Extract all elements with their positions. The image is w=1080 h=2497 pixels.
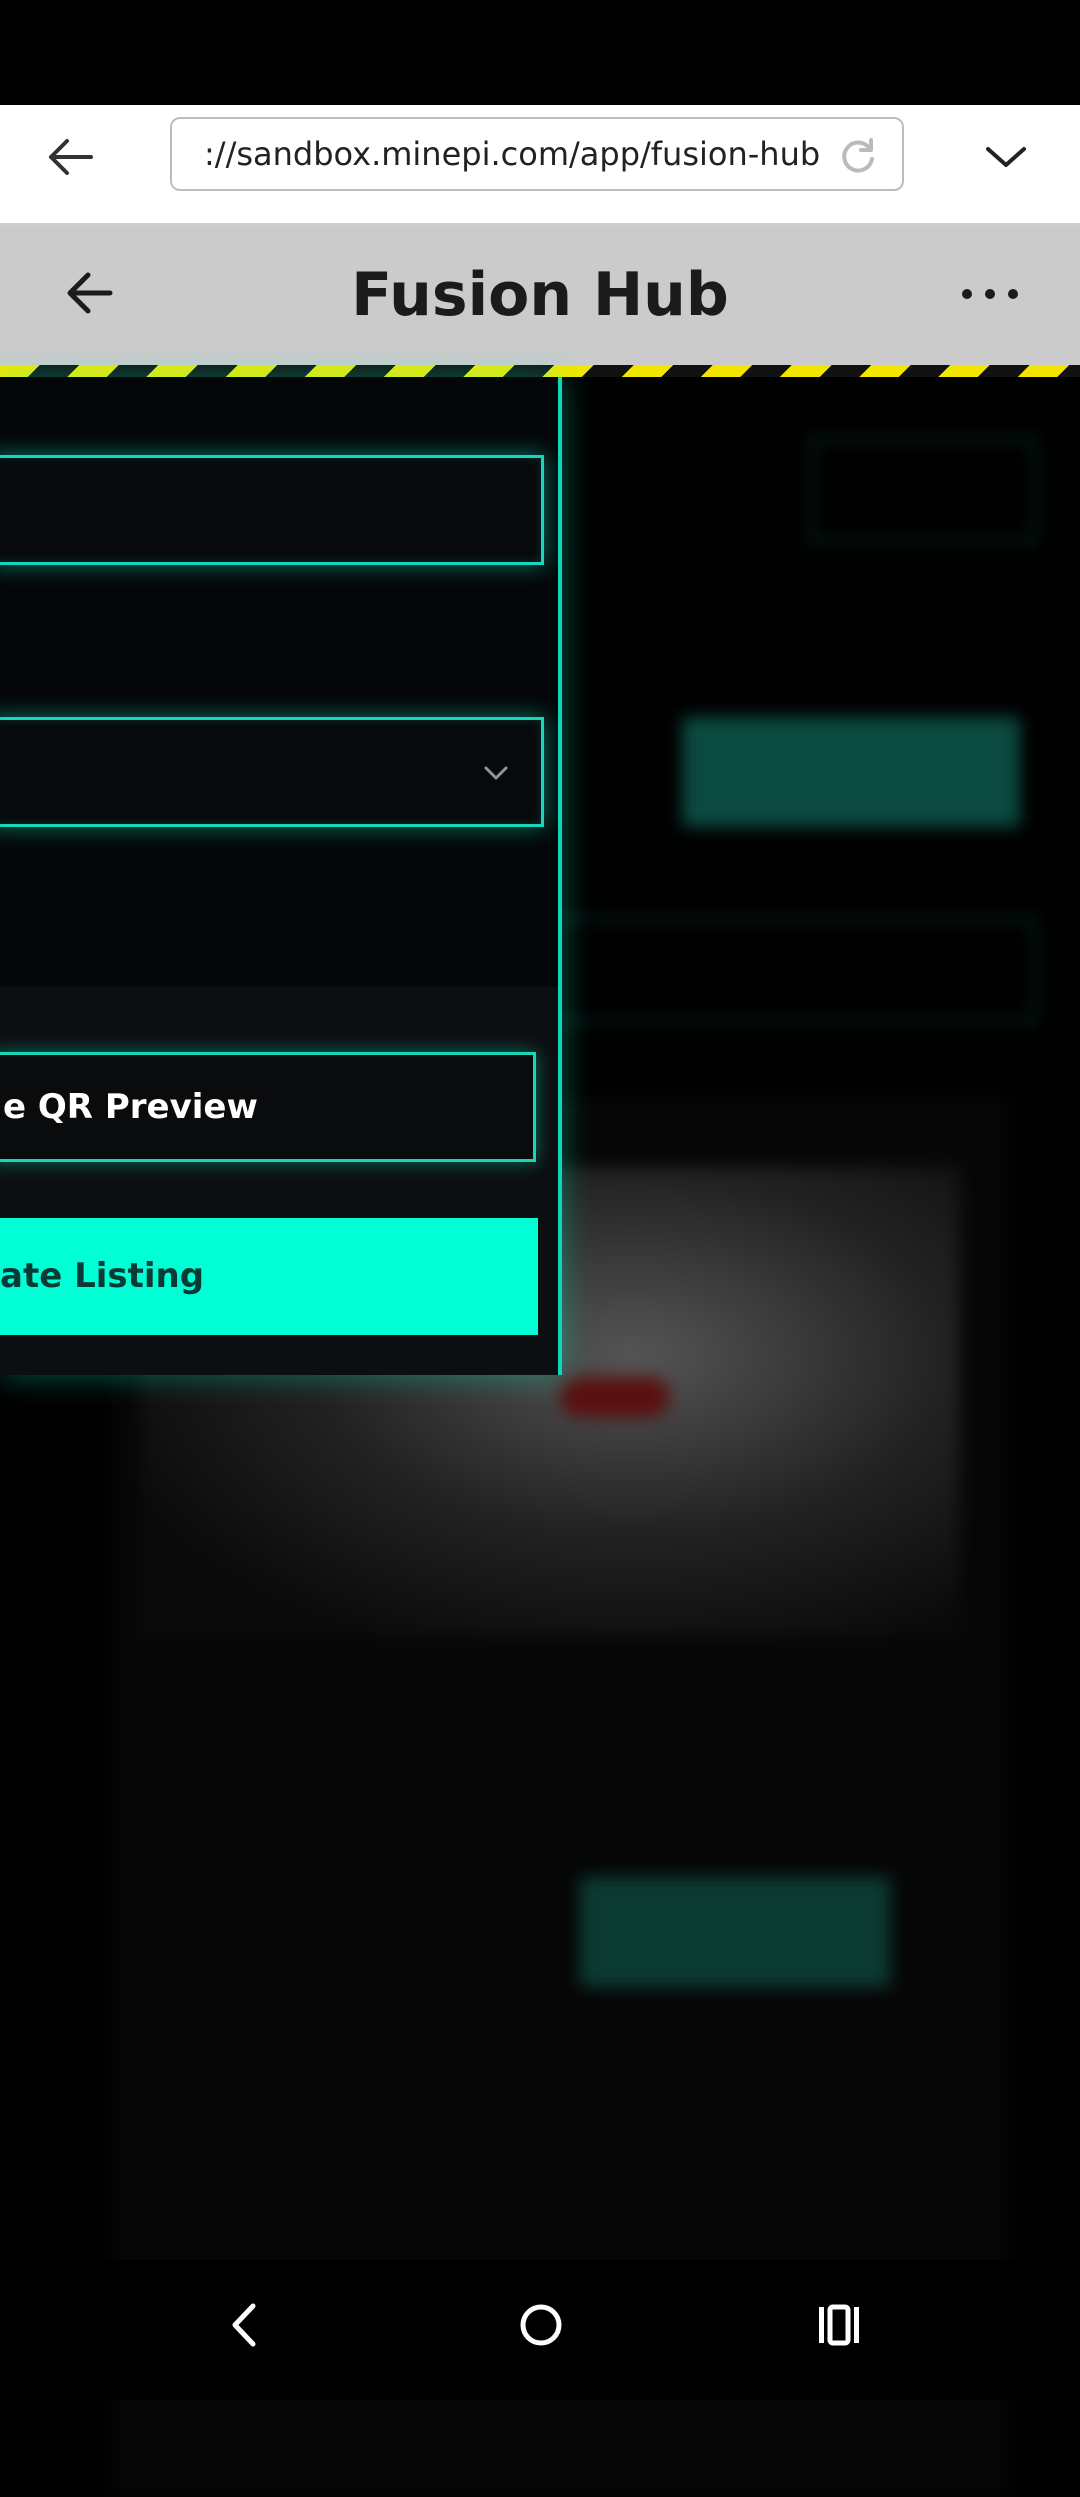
nav-home-button[interactable] (506, 2290, 576, 2360)
listing-image-detail (560, 1377, 670, 1417)
qr-preview-button[interactable]: e QR Preview (0, 1052, 536, 1162)
status-bar (0, 0, 1080, 105)
system-nav-bar (0, 2260, 1080, 2400)
create-listing-panel: e QR Preview ate Listing (0, 377, 562, 1375)
app-header: Fusion Hub (0, 225, 1080, 365)
more-options-button[interactable] (962, 279, 1018, 309)
text-input-field[interactable] (0, 455, 544, 565)
chevron-down-icon (484, 766, 508, 780)
more-dots-icon (985, 289, 995, 299)
back-arrow-icon (49, 139, 93, 175)
tab-menu-button[interactable] (976, 127, 1036, 187)
create-listing-label: ate Listing (0, 1256, 205, 1296)
nav-back-icon (232, 2303, 256, 2347)
create-listing-button-blurred (682, 717, 1020, 827)
browser-back-button[interactable] (38, 125, 102, 189)
category-select[interactable] (0, 717, 544, 827)
browser-toolbar: ://sandbox.minepi.com/app/fusion-hub (0, 105, 1080, 225)
url-text: ://sandbox.minepi.com/app/fusion-hub (204, 135, 821, 173)
hazard-stripe-divider (0, 365, 1080, 377)
more-dots-icon (962, 289, 972, 299)
more-dots-icon (1008, 289, 1018, 299)
create-listing-button[interactable]: ate Listing (0, 1218, 538, 1335)
chevron-down-icon (986, 147, 1026, 167)
nav-recent-apps-icon (819, 2304, 859, 2346)
nav-recent-apps-button[interactable] (804, 2290, 874, 2360)
nav-home-icon (520, 2304, 562, 2346)
buy-button-blurred (580, 1877, 890, 1987)
page-title: Fusion Hub (351, 260, 729, 330)
reload-icon[interactable] (838, 135, 878, 175)
qr-preview-label: e QR Preview (3, 1087, 258, 1127)
login-button-blurred (810, 437, 1036, 543)
address-bar[interactable]: ://sandbox.minepi.com/app/fusion-hub (170, 117, 904, 191)
nav-back-button[interactable] (210, 2290, 280, 2360)
